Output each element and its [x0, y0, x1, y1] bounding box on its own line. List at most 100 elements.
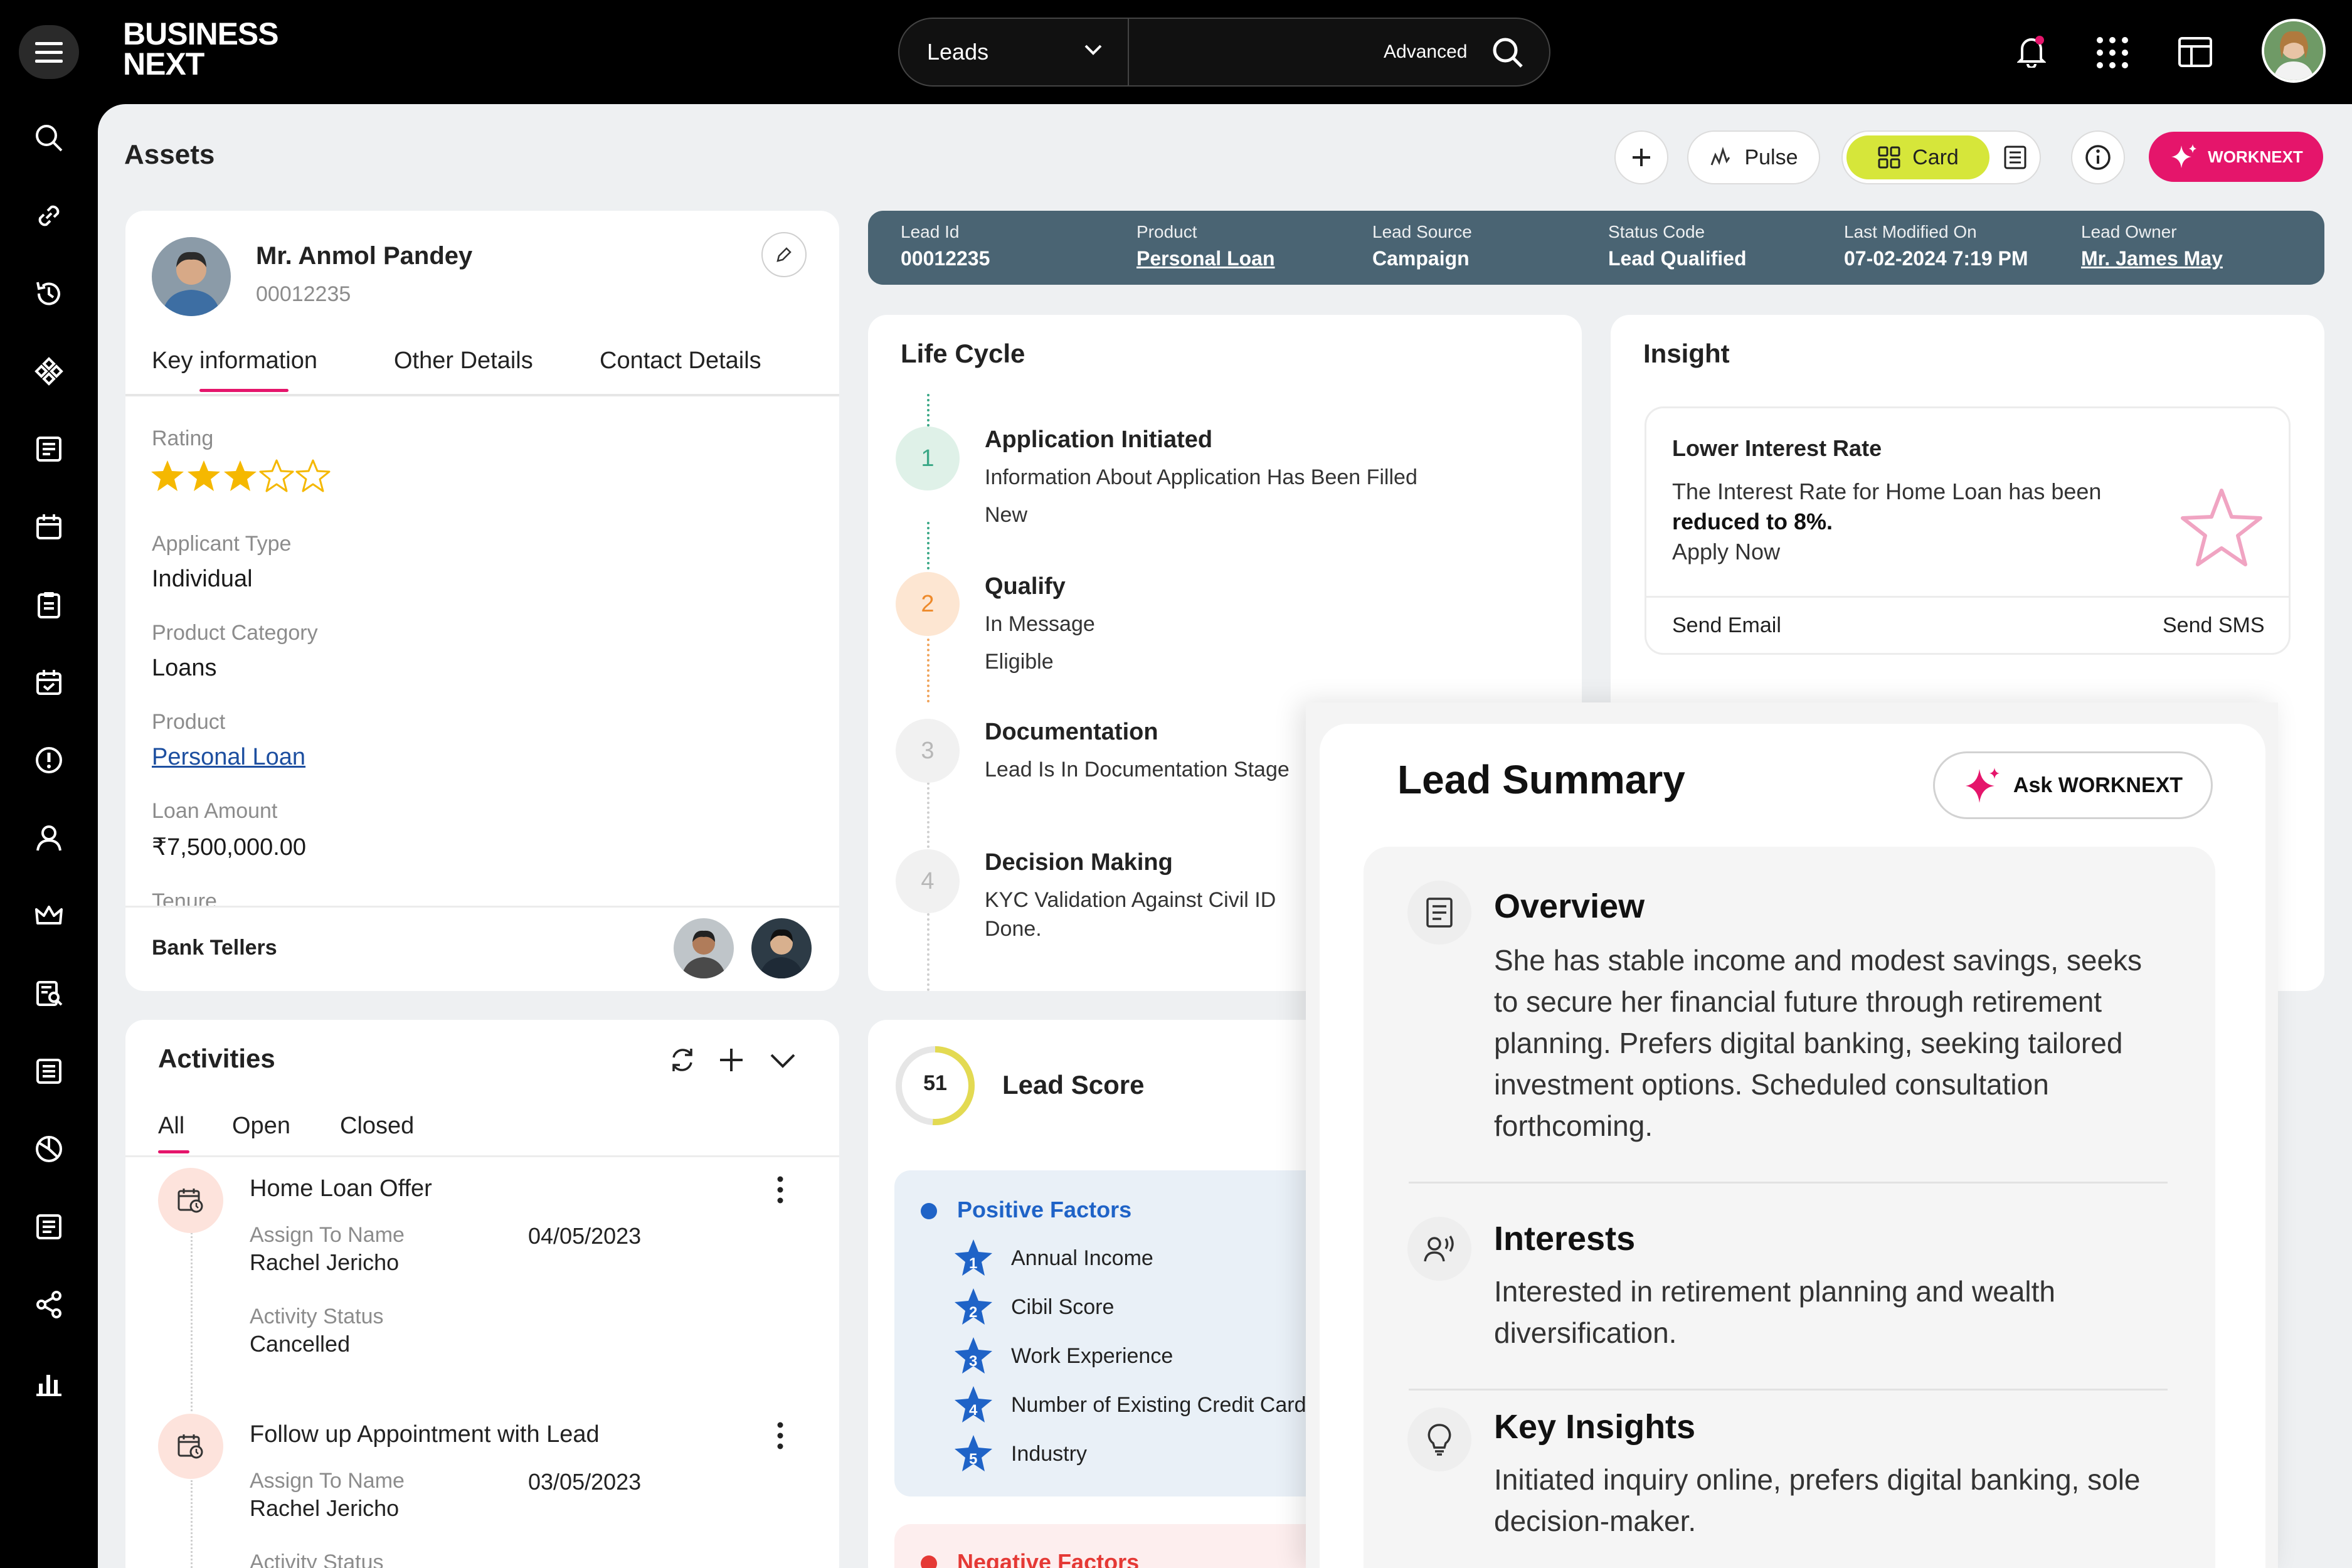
card-view-button[interactable]: Card [1846, 135, 1989, 179]
lead-info-value-owner-link[interactable]: Mr. James May [2081, 247, 2223, 270]
nav-dashboard[interactable] [30, 1364, 68, 1401]
edit-button[interactable] [761, 232, 807, 277]
lifecycle-step-badge: 2 [896, 572, 960, 636]
nav-share[interactable] [30, 1286, 68, 1323]
activities-tab-open[interactable]: Open [232, 1113, 290, 1140]
positive-factors-title: Positive Factors [957, 1197, 1132, 1222]
send-email-link[interactable]: Send Email [1672, 613, 1781, 638]
lifecycle-title: Life Cycle [901, 339, 1025, 368]
calendar-clock-icon [177, 1434, 203, 1459]
notification-bell-icon[interactable] [2017, 35, 2046, 68]
add-activity-icon[interactable] [718, 1046, 745, 1074]
nav-analytics[interactable] [30, 1130, 68, 1168]
nav-history[interactable] [30, 275, 68, 312]
alert-circle-icon [36, 747, 62, 773]
layout-icon[interactable] [2178, 36, 2213, 68]
nav-events[interactable] [30, 664, 68, 701]
advanced-search-link[interactable]: Advanced [1384, 41, 1467, 63]
calendar-clock-icon [177, 1189, 203, 1213]
rank-number: 2 [969, 1304, 978, 1321]
tab-key-information[interactable]: Key information [152, 347, 317, 374]
info-button[interactable] [2071, 130, 2125, 184]
nav-reports[interactable] [30, 975, 68, 1012]
field-label-loan-amount: Loan Amount [152, 799, 278, 823]
activity-status-label: Activity Status [250, 1550, 384, 1568]
overview-line: forthcoming. [1494, 1110, 1653, 1142]
apps-grid-icon[interactable] [2096, 36, 2129, 69]
activity-title[interactable]: Home Loan Offer [250, 1175, 432, 1202]
link-icon [38, 205, 60, 226]
lead-info-value-product-link[interactable]: Personal Loan [1136, 247, 1275, 270]
overview-badge [1407, 881, 1471, 945]
tab-active-indicator [199, 389, 289, 392]
add-button[interactable] [1614, 130, 1668, 184]
pulse-label: Pulse [1744, 145, 1798, 169]
overview-line: investment options. Scheduled consultati… [1494, 1068, 2049, 1101]
rank-badge-icon: 1 [953, 1238, 993, 1278]
user-avatar[interactable] [2262, 19, 2326, 83]
nav-notes[interactable] [30, 1052, 68, 1090]
pulse-button[interactable]: Pulse [1687, 130, 1820, 184]
star-filled-icon [188, 460, 220, 491]
nav-alerts[interactable] [30, 741, 68, 779]
document-icon [36, 437, 61, 462]
worknext-label: WORKNEXT [2208, 147, 2303, 166]
nav-search[interactable] [30, 119, 68, 157]
ask-worknext-button[interactable]: Ask WORKNEXT [1933, 751, 2213, 819]
ask-worknext-label: Ask WORKNEXT [2013, 773, 2183, 797]
crown-icon [35, 906, 63, 924]
nav-links[interactable] [30, 197, 68, 235]
chevron-down-icon[interactable] [769, 1051, 797, 1070]
teller-avatar-image [674, 918, 734, 978]
profile-id: 00012235 [256, 282, 351, 306]
tabs-divider [125, 394, 839, 396]
star-filled-icon [151, 460, 184, 491]
lead-info-label: Status Code [1608, 222, 1705, 241]
more-options-icon[interactable] [775, 1421, 785, 1450]
rank-number: 3 [969, 1353, 978, 1370]
positive-factor-label: Work Experience [1011, 1343, 1173, 1368]
activity-title[interactable]: Follow up Appointment with Lead [250, 1421, 600, 1448]
rank-badge-icon: 2 [953, 1287, 993, 1327]
field-label-tenure: Tenure [152, 889, 217, 907]
nav-documents[interactable] [30, 430, 68, 468]
lifecycle-step-detail: Lead Is In Documentation Stage [985, 758, 1290, 781]
tab-contact-details[interactable]: Contact Details [600, 347, 761, 374]
user-icon [36, 825, 61, 851]
nav-calendar[interactable] [30, 508, 68, 546]
more-options-icon[interactable] [775, 1175, 785, 1204]
activity-date: 03/05/2023 [528, 1469, 642, 1495]
send-sms-link[interactable]: Send SMS [2163, 613, 2265, 638]
field-label-rating: Rating [152, 426, 214, 450]
refresh-icon[interactable] [669, 1046, 696, 1074]
nav-list[interactable] [30, 1208, 68, 1246]
teller-avatar[interactable] [751, 918, 812, 978]
activities-tabs-divider [125, 1155, 839, 1157]
lead-info-item: Lead Source Campaign [1372, 222, 1472, 270]
nav-contacts[interactable] [30, 819, 68, 857]
nav-premium[interactable] [30, 897, 68, 935]
list-view-icon[interactable] [2003, 145, 2027, 170]
tab-other-details[interactable]: Other Details [394, 347, 533, 374]
insight-offer-text-bold: reduced to 8%. [1672, 509, 1833, 534]
worknext-button[interactable]: WORKNEXT [2149, 132, 2323, 182]
search-icon[interactable] [1491, 36, 1524, 69]
summary-divider [1409, 1182, 2168, 1184]
activity-type-badge [158, 1168, 223, 1233]
clipboard-icon [38, 592, 60, 618]
lifecycle-step-status: New [985, 503, 1028, 527]
nav-components[interactable] [30, 352, 68, 390]
activities-tab-closed[interactable]: Closed [340, 1113, 414, 1140]
activities-tab-all[interactable]: All [158, 1113, 184, 1140]
star-filled-icon [224, 460, 257, 491]
field-value-product-link[interactable]: Personal Loan [152, 744, 305, 771]
apply-now-link[interactable]: Apply Now [1672, 539, 1780, 564]
teller-avatar[interactable] [674, 918, 734, 978]
key-insights-badge [1407, 1407, 1471, 1471]
user-avatar-image [2264, 21, 2323, 80]
activity-type-badge [158, 1414, 223, 1479]
menu-button[interactable] [19, 25, 79, 79]
rank-badge-icon: 5 [953, 1434, 993, 1474]
module-select[interactable]: Leads [899, 19, 1129, 85]
nav-tasks[interactable] [30, 586, 68, 623]
